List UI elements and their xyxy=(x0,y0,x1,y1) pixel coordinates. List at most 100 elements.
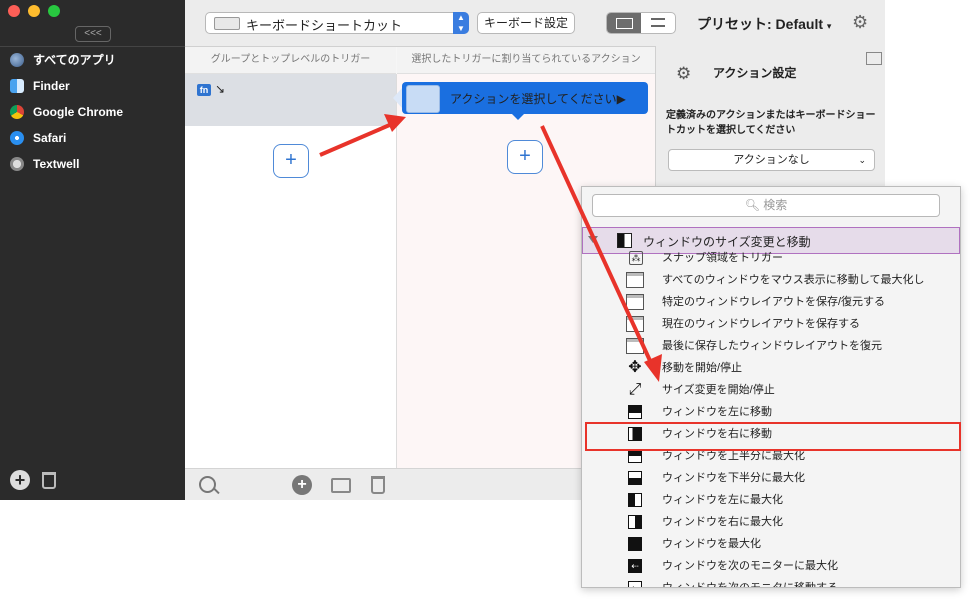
search-icon: 🔍︎ xyxy=(744,198,764,212)
move-left-icon xyxy=(628,405,642,419)
sidebar-item-google-chrome[interactable]: Google Chrome xyxy=(0,100,185,124)
sidebar-item-label: すべてのアプリ xyxy=(33,53,116,67)
sidebar-item-textwell[interactable]: Textwell xyxy=(0,152,185,176)
right-half-icon xyxy=(628,515,642,529)
textwell-icon xyxy=(10,157,24,171)
list-item[interactable]: ⤢ サイズ変更を開始/停止 xyxy=(582,379,958,401)
chevron-down-icon: ⌄ xyxy=(858,155,866,165)
trigger-direction-label: ↘ xyxy=(215,82,226,96)
collapse-sidebar-button[interactable]: <<< xyxy=(75,26,111,42)
select-stepper-icon: ▲ ▼ xyxy=(453,12,469,34)
action-select[interactable]: アクションなし ⌄ xyxy=(668,149,875,171)
sidebar-item-label: Textwell xyxy=(33,157,80,171)
sidebar-divider xyxy=(0,46,185,47)
minimize-window-button[interactable] xyxy=(28,5,40,17)
trigger-column: fn ↘ + xyxy=(185,74,397,468)
list-item[interactable]: ✥ 移動を開始/停止 xyxy=(582,357,958,379)
maximize-icon xyxy=(628,537,642,551)
sidebar: <<< すべてのアプリ Finder Google Chrome Safari … xyxy=(0,0,185,500)
sidebar-item-safari[interactable]: Safari xyxy=(0,126,185,150)
list-item[interactable]: 現在のウィンドウレイアウトを保存する xyxy=(582,313,958,335)
chevron-down-icon: ▾ xyxy=(826,21,832,31)
action-column-header: 選択したトリガーに割り当てられているアクション xyxy=(397,47,655,74)
action-select-value: アクションなし xyxy=(733,154,810,166)
add-app-button[interactable]: + xyxy=(10,470,30,490)
preset-selector[interactable]: プリセット: Default ▾ xyxy=(697,14,831,34)
search-placeholder: 検索 xyxy=(763,198,788,212)
safari-icon xyxy=(10,131,24,145)
trigger-row-selected[interactable]: fn ↘ xyxy=(185,74,396,126)
gear-icon: ⚙ xyxy=(676,64,692,83)
sidebar-item-label: Google Chrome xyxy=(33,105,124,119)
column-view-icon xyxy=(616,18,633,29)
keyboard-settings-button[interactable]: キーボード設定 xyxy=(477,12,575,34)
resize-arrows-icon: ⤢ xyxy=(628,381,642,398)
chrome-icon xyxy=(10,105,24,119)
view-mode-segmented xyxy=(606,12,676,34)
list-item[interactable]: ウィンドウを右に最大化 xyxy=(582,511,958,533)
close-window-button[interactable] xyxy=(8,5,20,17)
new-folder-icon[interactable] xyxy=(331,478,351,493)
keyboard-icon xyxy=(214,17,240,30)
list-item[interactable]: すべてのウィンドウをマウス表示に移動して最大化し xyxy=(582,269,958,291)
snap-area-icon: ⁂ xyxy=(626,250,644,266)
trigger-type-select[interactable]: キーボードショートカット ▲ ▼ xyxy=(205,12,469,34)
bottom-half-icon xyxy=(628,471,642,485)
preset-label: プリセット: Default xyxy=(697,16,823,32)
zoom-window-button[interactable] xyxy=(48,5,60,17)
search-icon-handle xyxy=(213,487,220,495)
list-item[interactable]: ウィンドウを最大化 xyxy=(582,533,958,555)
list-item[interactable]: ⁂ スナップ領域をトリガー xyxy=(582,247,958,269)
list-view-icon xyxy=(651,18,665,27)
add-trigger-footer-button[interactable]: + xyxy=(292,475,312,495)
settings-description: 定義済みのアクションまたはキーボードショートカットを選択してください xyxy=(666,110,876,136)
list-item[interactable]: ウィンドウを下半分に最大化 xyxy=(582,467,958,489)
trigger-type-value: キーボードショートカット xyxy=(246,18,403,33)
detach-window-icon[interactable] xyxy=(866,52,882,65)
window-icon xyxy=(626,338,644,354)
add-trigger-button[interactable]: + xyxy=(273,144,309,178)
move-arrows-icon: ✥ xyxy=(628,359,642,376)
sidebar-item-label: Finder xyxy=(33,79,70,93)
annotation-highlight-box xyxy=(585,422,961,451)
search-icon[interactable] xyxy=(199,476,216,493)
top-half-icon xyxy=(628,449,642,463)
trigger-column-header: グループとトップレベルのトリガー xyxy=(185,47,396,74)
list-item[interactable]: ウィンドウを左に移動 xyxy=(582,401,958,423)
sidebar-item-all-apps[interactable]: すべてのアプリ xyxy=(0,48,185,72)
disclosure-triangle-icon xyxy=(588,236,598,243)
left-half-icon xyxy=(628,493,642,507)
list-view-button[interactable] xyxy=(641,13,675,33)
fn-key-icon: fn xyxy=(197,84,211,96)
pill-pointer-icon xyxy=(393,88,402,108)
list-item[interactable]: 最後に保存したウィンドウレイアウトを復元 xyxy=(582,335,958,357)
window-icon xyxy=(626,294,644,310)
list-item[interactable]: 特定のウィンドウレイアウトを保存/復元する xyxy=(582,291,958,313)
pill-notch-icon xyxy=(512,114,524,120)
action-selector[interactable]: アクションを選択してください▶ xyxy=(393,82,648,114)
next-monitor-move-icon: ⇠ xyxy=(628,581,642,587)
trash-icon[interactable] xyxy=(371,476,385,494)
sidebar-item-label: Safari xyxy=(33,131,67,145)
trash-icon[interactable] xyxy=(42,472,56,489)
list-item[interactable]: ⇠ ウィンドウを次のモニターに最大化 xyxy=(582,555,958,577)
action-dropdown-list: 🔍︎ 検索 ウィンドウのサイズ変更と移動 ⁂ スナップ領域をトリガー すべてのウ… xyxy=(581,186,961,588)
next-monitor-icon: ⇠ xyxy=(628,559,642,573)
gear-icon[interactable]: ⚙ xyxy=(852,12,868,33)
toolbar: キーボードショートカット ▲ ▼ キーボード設定 プリセット: Default ▾… xyxy=(185,0,885,47)
window-half-icon xyxy=(617,233,632,248)
action-placeholder-icon xyxy=(406,85,440,113)
action-settings-panel: ⚙ アクション設定 定義済みのアクションまたはキーボードショートカットを選択して… xyxy=(655,46,885,186)
globe-icon xyxy=(10,53,24,67)
list-item[interactable]: ⇠ ウィンドウを次のモニタに移動する xyxy=(582,577,958,587)
action-selector-label: アクションを選択してください▶ xyxy=(450,92,626,106)
list-item[interactable]: ウィンドウを左に最大化 xyxy=(582,489,958,511)
add-action-button[interactable]: + xyxy=(507,140,543,174)
finder-icon xyxy=(10,79,24,93)
settings-title: アクション設定 xyxy=(713,66,797,80)
column-view-button[interactable] xyxy=(607,13,641,33)
window-icon xyxy=(626,316,644,332)
search-input[interactable]: 🔍︎ 検索 xyxy=(592,194,940,217)
window-icon xyxy=(626,272,644,288)
sidebar-item-finder[interactable]: Finder xyxy=(0,74,185,98)
